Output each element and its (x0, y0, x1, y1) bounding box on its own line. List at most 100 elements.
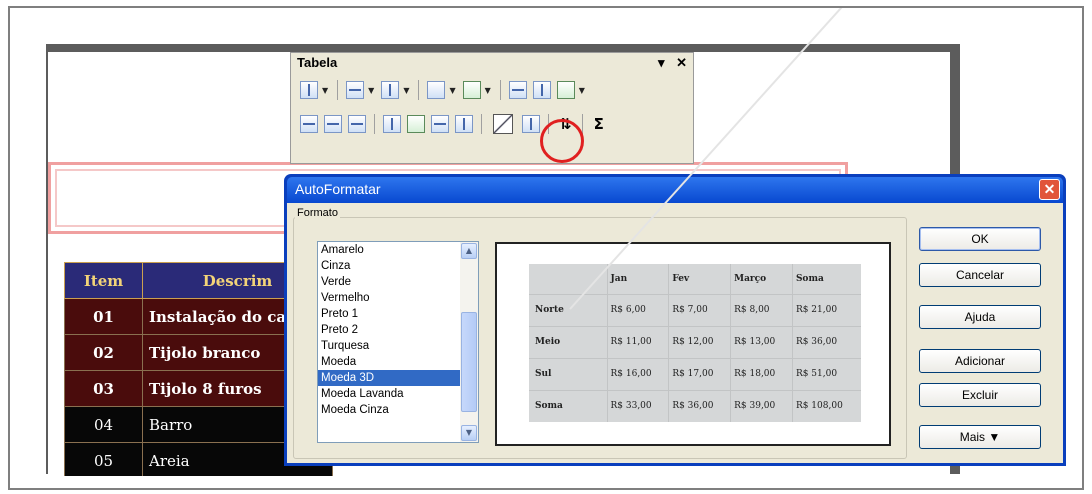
tabela-toolbar: Tabela ▾ ✕ ▼ ▼ ▼ ▼ ▼ ▼ ⇅ Σ (290, 52, 694, 164)
toolbar-separator (481, 114, 482, 134)
list-item-selected[interactable]: Moeda 3D (318, 370, 460, 386)
toolbar-title: Tabela (297, 55, 338, 70)
table-properties-icon[interactable] (522, 115, 540, 133)
preview-cell: R$ 16,00 (606, 357, 669, 390)
merge-cells-icon[interactable] (508, 81, 527, 99)
header-cell-item: Item (64, 262, 143, 299)
delete-columns-icon[interactable] (455, 115, 473, 133)
toolbar-separator (337, 80, 339, 100)
format-preview: Jan Fev Março Soma Norte R$ 6,00 R$ 7,00… (495, 242, 891, 446)
table-row: Soma R$ 33,00 R$ 36,00 R$ 39,00 R$ 108,0… (529, 389, 861, 422)
list-item[interactable]: Preto 1 (318, 306, 460, 322)
highlight-circle (540, 119, 584, 163)
scroll-down-icon[interactable]: ▼ (461, 425, 477, 441)
chevron-down-icon[interactable]: ▼ (579, 86, 585, 95)
table-cell-item: 02 (64, 334, 143, 371)
preview-cell: R$ 21,00 (791, 293, 861, 326)
preview-column-header: Fev (668, 264, 731, 294)
toolbar-row-2: ⇅ Σ (291, 107, 693, 141)
preview-cell: R$ 39,00 (730, 389, 793, 422)
format-list: Amarelo Cinza Verde Vermelho Preto 1 Pre… (318, 242, 460, 418)
line-style-icon[interactable] (346, 81, 365, 99)
split-cells-icon[interactable] (532, 81, 551, 99)
sum-icon[interactable]: Σ (594, 115, 604, 133)
align-bottom-icon[interactable] (348, 115, 366, 133)
list-scrollbar[interactable]: ▲ ▼ (460, 242, 478, 442)
list-item[interactable]: Verde (318, 274, 460, 290)
preview-cell: R$ 51,00 (791, 357, 861, 390)
scroll-thumb[interactable] (461, 312, 477, 412)
preview-row-label: Soma (529, 389, 607, 422)
preview-row-label: Sul (529, 357, 607, 390)
table-cell-item: 04 (64, 406, 143, 443)
list-item[interactable]: Cinza (318, 258, 460, 274)
list-item[interactable]: Turquesa (318, 338, 460, 354)
ok-button[interactable]: OK (919, 227, 1041, 251)
dialog-body: Formato Amarelo Cinza Verde Vermelho Pre… (287, 203, 1063, 463)
preview-cell: R$ 108,00 (791, 389, 861, 422)
chevron-down-icon[interactable]: ▼ (403, 86, 409, 95)
preview-row-label: Meio (529, 325, 607, 358)
toolbar-row-1: ▼ ▼ ▼ ▼ ▼ ▼ (291, 73, 693, 107)
table-cell-item: 03 (64, 370, 143, 407)
list-item[interactable]: Preto 2 (318, 322, 460, 338)
preview-cell: R$ 11,00 (606, 325, 669, 358)
chevron-down-icon[interactable]: ▼ (485, 86, 491, 95)
optimize-icon[interactable] (556, 81, 575, 99)
preview-table: Jan Fev Março Soma Norte R$ 6,00 R$ 7,00… (529, 264, 861, 422)
autoformat-icon[interactable] (493, 114, 513, 134)
table-row: Sul R$ 16,00 R$ 17,00 R$ 18,00 R$ 51,00 (529, 357, 861, 390)
background-color-icon[interactable] (462, 81, 481, 99)
screenshot-frame: Item Descrim 01 Instalação do ca 02 Tijo… (8, 6, 1084, 490)
borders-icon[interactable] (427, 81, 446, 99)
toolbar-menu-icon[interactable]: ▾ (658, 55, 665, 70)
align-center-icon[interactable] (324, 115, 342, 133)
preview-cell: R$ 36,00 (791, 325, 861, 358)
scroll-up-icon[interactable]: ▲ (461, 243, 477, 259)
table-cell-item: 01 (64, 298, 143, 335)
toolbar-titlebar[interactable]: Tabela ▾ ✕ (291, 53, 693, 73)
preview-cell: R$ 12,00 (668, 325, 731, 358)
list-item[interactable]: Vermelho (318, 290, 460, 306)
dialog-title: AutoFormatar (295, 181, 381, 197)
cancel-button[interactable]: Cancelar (919, 263, 1041, 287)
align-top-icon[interactable] (300, 115, 318, 133)
list-item[interactable]: Moeda Lavanda (318, 386, 460, 402)
line-color-icon[interactable] (381, 81, 400, 99)
table-row: Meio R$ 11,00 R$ 12,00 R$ 13,00 R$ 36,00 (529, 325, 861, 358)
toolbar-close-icon[interactable]: ✕ (676, 55, 687, 70)
preview-cell: R$ 36,00 (668, 389, 731, 422)
table-insert-icon[interactable] (300, 81, 318, 99)
list-item[interactable]: Amarelo (318, 242, 460, 258)
autoformat-dialog: AutoFormatar ✕ Formato Amarelo Cinza Ver… (284, 174, 1066, 466)
chevron-down-icon[interactable]: ▼ (322, 86, 328, 95)
preview-column-header: Março (730, 264, 793, 294)
list-item[interactable]: Moeda (318, 354, 460, 370)
preview-cell: R$ 6,00 (606, 293, 669, 326)
add-button[interactable]: Adicionar (919, 349, 1041, 373)
table-cell-item: 05 (64, 442, 143, 476)
preview-column-header: Soma (791, 264, 861, 294)
help-button[interactable]: Ajuda (919, 305, 1041, 329)
preview-cell: R$ 13,00 (730, 325, 793, 358)
chevron-down-icon[interactable]: ▼ (449, 86, 455, 95)
insert-rows-icon[interactable] (383, 115, 401, 133)
format-listbox[interactable]: Amarelo Cinza Verde Vermelho Preto 1 Pre… (317, 241, 479, 443)
toolbar-separator (499, 80, 501, 100)
delete-button[interactable]: Excluir (919, 383, 1041, 407)
insert-columns-icon[interactable] (407, 115, 425, 133)
more-button[interactable]: Mais ▼ (919, 425, 1041, 449)
toolbar-separator (418, 80, 420, 100)
close-icon[interactable]: ✕ (1039, 179, 1060, 200)
preview-cell: R$ 17,00 (668, 357, 731, 390)
preview-cell: R$ 18,00 (730, 357, 793, 390)
preview-cell: R$ 8,00 (730, 293, 793, 326)
preview-cell: R$ 7,00 (668, 293, 731, 326)
preview-header-row: Jan Fev Março Soma (529, 264, 861, 294)
delete-rows-icon[interactable] (431, 115, 449, 133)
preview-cell: R$ 33,00 (606, 389, 669, 422)
chevron-down-icon[interactable]: ▼ (368, 86, 374, 95)
format-group-label: Formato (295, 207, 340, 219)
toolbar-separator (374, 114, 375, 134)
list-item[interactable]: Moeda Cinza (318, 402, 460, 418)
